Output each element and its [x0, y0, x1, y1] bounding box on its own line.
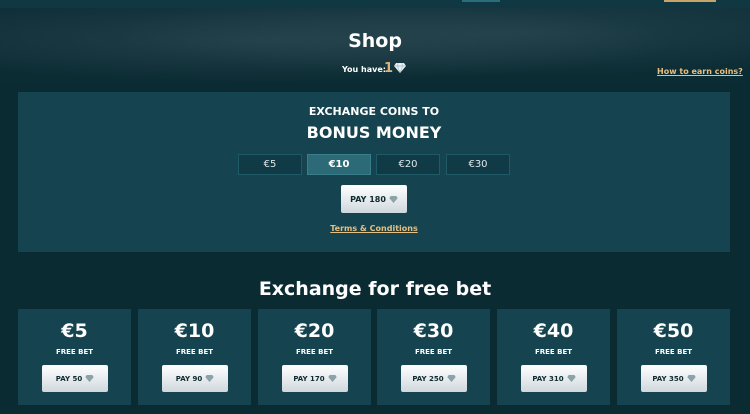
- pay-button-label: PAY 350: [652, 374, 684, 383]
- free-bet-card: €40 FREE BET PAY 310: [497, 309, 610, 405]
- free-bet-label: FREE BET: [175, 348, 214, 356]
- diamond-icon: [85, 375, 94, 382]
- pay-bonus-button[interactable]: PAY 180: [341, 185, 407, 213]
- free-bet-pay-button[interactable]: PAY 310: [521, 365, 587, 392]
- diamond-icon: [686, 375, 696, 382]
- page-title: Shop: [348, 30, 402, 52]
- pay-button-label: PAY 180: [350, 194, 386, 204]
- diamond-icon: [446, 375, 456, 382]
- free-bet-pay-button[interactable]: PAY 350: [641, 365, 707, 392]
- pay-button-label: PAY 50: [55, 374, 83, 383]
- free-bet-card: €20 FREE BET PAY 170: [258, 309, 371, 405]
- amount-option-10[interactable]: €10: [307, 154, 371, 175]
- diamond-icon: [394, 63, 406, 73]
- diamond-icon: [566, 375, 576, 382]
- free-bet-pay-button[interactable]: PAY 90: [162, 365, 228, 392]
- free-bet-card: €50 FREE BET PAY 350: [617, 309, 730, 405]
- pay-button-label: PAY 170: [293, 374, 325, 383]
- diamond-icon: [389, 195, 398, 203]
- free-bet-label: FREE BET: [654, 348, 693, 356]
- free-bet-amount: €20: [294, 320, 335, 342]
- top-navigation-bar: [0, 0, 750, 8]
- free-bet-label: FREE BET: [534, 348, 573, 356]
- free-bet-pay-button[interactable]: PAY 170: [282, 365, 348, 392]
- free-bet-amount: €10: [174, 320, 215, 342]
- pay-button-label: PAY 90: [175, 374, 203, 383]
- free-bet-amount: €5: [61, 320, 88, 342]
- free-bet-card: €30 FREE BET PAY 250: [377, 309, 490, 405]
- free-bet-label: FREE BET: [55, 348, 94, 356]
- nav-action-button[interactable]: [664, 0, 716, 2]
- free-bet-pay-button[interactable]: PAY 50: [42, 365, 108, 392]
- terms-and-conditions-link[interactable]: Terms & Conditions: [18, 224, 730, 233]
- diamond-icon: [327, 375, 337, 382]
- free-bet-label: FREE BET: [414, 348, 453, 356]
- bonus-money-title: BONUS MONEY: [306, 123, 442, 142]
- amount-option-20[interactable]: €20: [376, 154, 440, 175]
- nav-tab-indicator[interactable]: [462, 0, 500, 2]
- free-bet-label: FREE BET: [295, 348, 334, 356]
- diamond-icon: [205, 375, 214, 382]
- free-bet-section-title: Exchange for free bet: [258, 278, 492, 300]
- exchange-label: EXCHANGE COINS TO: [308, 105, 440, 118]
- free-bet-amount: €50: [653, 320, 694, 342]
- free-bet-pay-button[interactable]: PAY 250: [401, 365, 467, 392]
- coin-balance-label: You have:: [342, 65, 386, 74]
- pay-button-label: PAY 310: [532, 374, 564, 383]
- free-bet-amount: €30: [413, 320, 454, 342]
- coin-balance-value: 1: [384, 61, 394, 76]
- pay-button-label: PAY 250: [412, 374, 444, 383]
- free-bet-card: €5 FREE BET PAY 50: [18, 309, 131, 405]
- amount-option-30[interactable]: €30: [446, 154, 510, 175]
- amount-option-5[interactable]: €5: [238, 154, 302, 175]
- free-bet-card: €10 FREE BET PAY 90: [138, 309, 251, 405]
- free-bet-amount: €40: [533, 320, 574, 342]
- how-to-earn-coins-link[interactable]: How to earn coins?: [657, 67, 743, 76]
- bonus-money-exchange-panel: EXCHANGE COINS TO BONUS MONEY €5 €10 €20…: [18, 92, 730, 252]
